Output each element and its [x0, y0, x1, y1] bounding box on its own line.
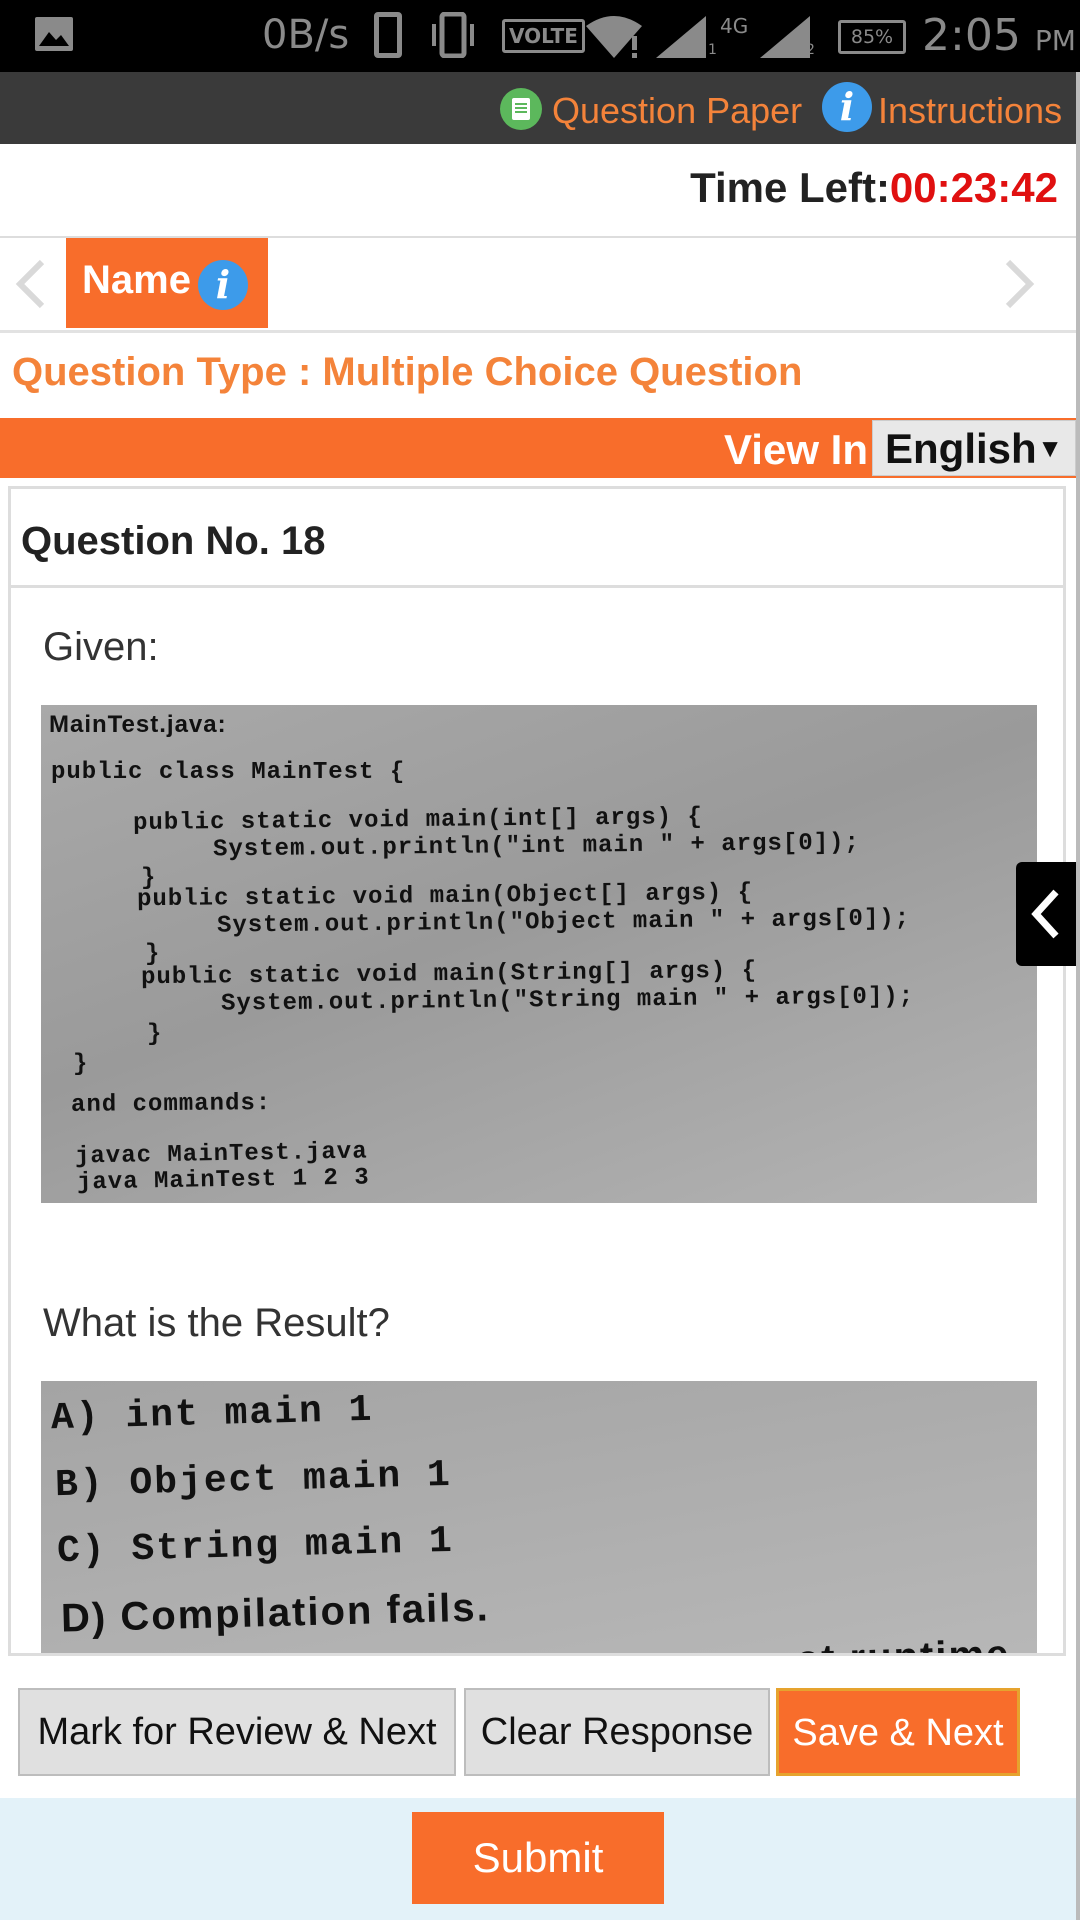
info-icon[interactable]: i — [198, 260, 248, 310]
time-left-label: Time Left: — [690, 164, 890, 211]
code-image: MainTest.java: public class MainTest { p… — [41, 705, 1037, 1203]
question-number-row: Question No. 18 — [11, 489, 1063, 588]
question-number: Question No. 18 — [21, 519, 326, 563]
phone-icon — [374, 12, 402, 58]
code-line: } — [147, 1021, 163, 1048]
clock-ampm: PM — [1034, 24, 1076, 57]
code-line: } — [73, 1051, 89, 1078]
clock: 2:05 PM — [922, 10, 1076, 61]
top-nav: Question Paper i Instructions — [0, 72, 1080, 144]
option-line: C) String main 1 — [56, 1519, 455, 1574]
chevron-down-icon: ▼ — [1037, 433, 1063, 463]
question-paper-link[interactable]: Question Paper — [552, 90, 802, 132]
signal-icon-sim2 — [760, 16, 810, 58]
wifi-icon — [586, 16, 642, 58]
question-type: Question Type : Multiple Choice Question — [12, 350, 803, 394]
instructions-link[interactable]: Instructions — [878, 90, 1062, 132]
question-given: Given: — [43, 625, 159, 669]
volte-badge: VOLTE — [502, 19, 585, 53]
time-left-value: 00:23:42 — [889, 164, 1058, 211]
code-line: java MainTest 1 2 3 — [76, 1164, 370, 1197]
code-line: and commands: — [70, 1090, 272, 1119]
gallery-icon — [35, 17, 73, 51]
submit-bar: Submit — [0, 1798, 1080, 1920]
view-in-label: View In — [724, 426, 868, 473]
section-tabs: Name i — [0, 238, 1080, 333]
chevron-right-icon[interactable] — [1000, 256, 1040, 312]
network-type: 4G — [720, 14, 749, 38]
vibrate-icon — [432, 12, 474, 58]
code-line: MainTest.java: — [49, 711, 227, 738]
battery-indicator: 85% — [838, 20, 906, 54]
option-line: B) Object main 1 — [54, 1453, 453, 1508]
section-tab-name[interactable]: Name i — [66, 238, 268, 328]
action-bar: Mark for Review & Next Clear Response Sa… — [0, 1666, 1080, 1798]
timer-row: Time Left: 00:23:42 — [0, 144, 1080, 239]
option-line: A) int main 1 — [50, 1388, 374, 1441]
option-line: at runtime. — [796, 1632, 1024, 1653]
side-panel-toggle[interactable] — [1016, 862, 1076, 966]
clear-response-button[interactable]: Clear Response — [464, 1688, 770, 1776]
option-line: D) Compilation fails. — [60, 1585, 491, 1641]
info-icon[interactable]: i — [822, 82, 872, 132]
save-next-button[interactable]: Save & Next — [776, 1688, 1020, 1776]
mark-review-next-button[interactable]: Mark for Review & Next — [18, 1688, 456, 1776]
chevron-left-icon[interactable] — [10, 256, 50, 312]
question-panel: Question No. 18 Given: MainTest.java: pu… — [8, 486, 1066, 1656]
net-speed: 0B/s — [262, 12, 350, 58]
section-tab-label: Name — [82, 258, 191, 302]
sim1-label: 1 — [708, 42, 717, 58]
options-image: A) int main 1 B) Object main 1 C) String… — [41, 1381, 1037, 1653]
signal-icon-sim1 — [656, 16, 706, 58]
language-value: English — [885, 425, 1037, 472]
scroll-edge — [1076, 72, 1080, 1920]
chevron-left-icon — [1031, 889, 1059, 939]
code-line: System.out.println("int main " + args[0]… — [212, 829, 861, 864]
code-line: public class MainTest { — [51, 759, 406, 786]
question-prompt: What is the Result? — [43, 1301, 390, 1345]
submit-button[interactable]: Submit — [412, 1812, 664, 1904]
clock-time: 2:05 — [922, 10, 1021, 61]
language-select[interactable]: English ▼ — [872, 420, 1076, 476]
view-in-bar: View In English ▼ — [0, 418, 1080, 478]
status-bar: 0B/s VOLTE 1 4G 2 85% 2:05 PM — [0, 0, 1080, 72]
question-paper-icon[interactable] — [500, 88, 542, 130]
sim2-label: 2 — [806, 42, 815, 58]
